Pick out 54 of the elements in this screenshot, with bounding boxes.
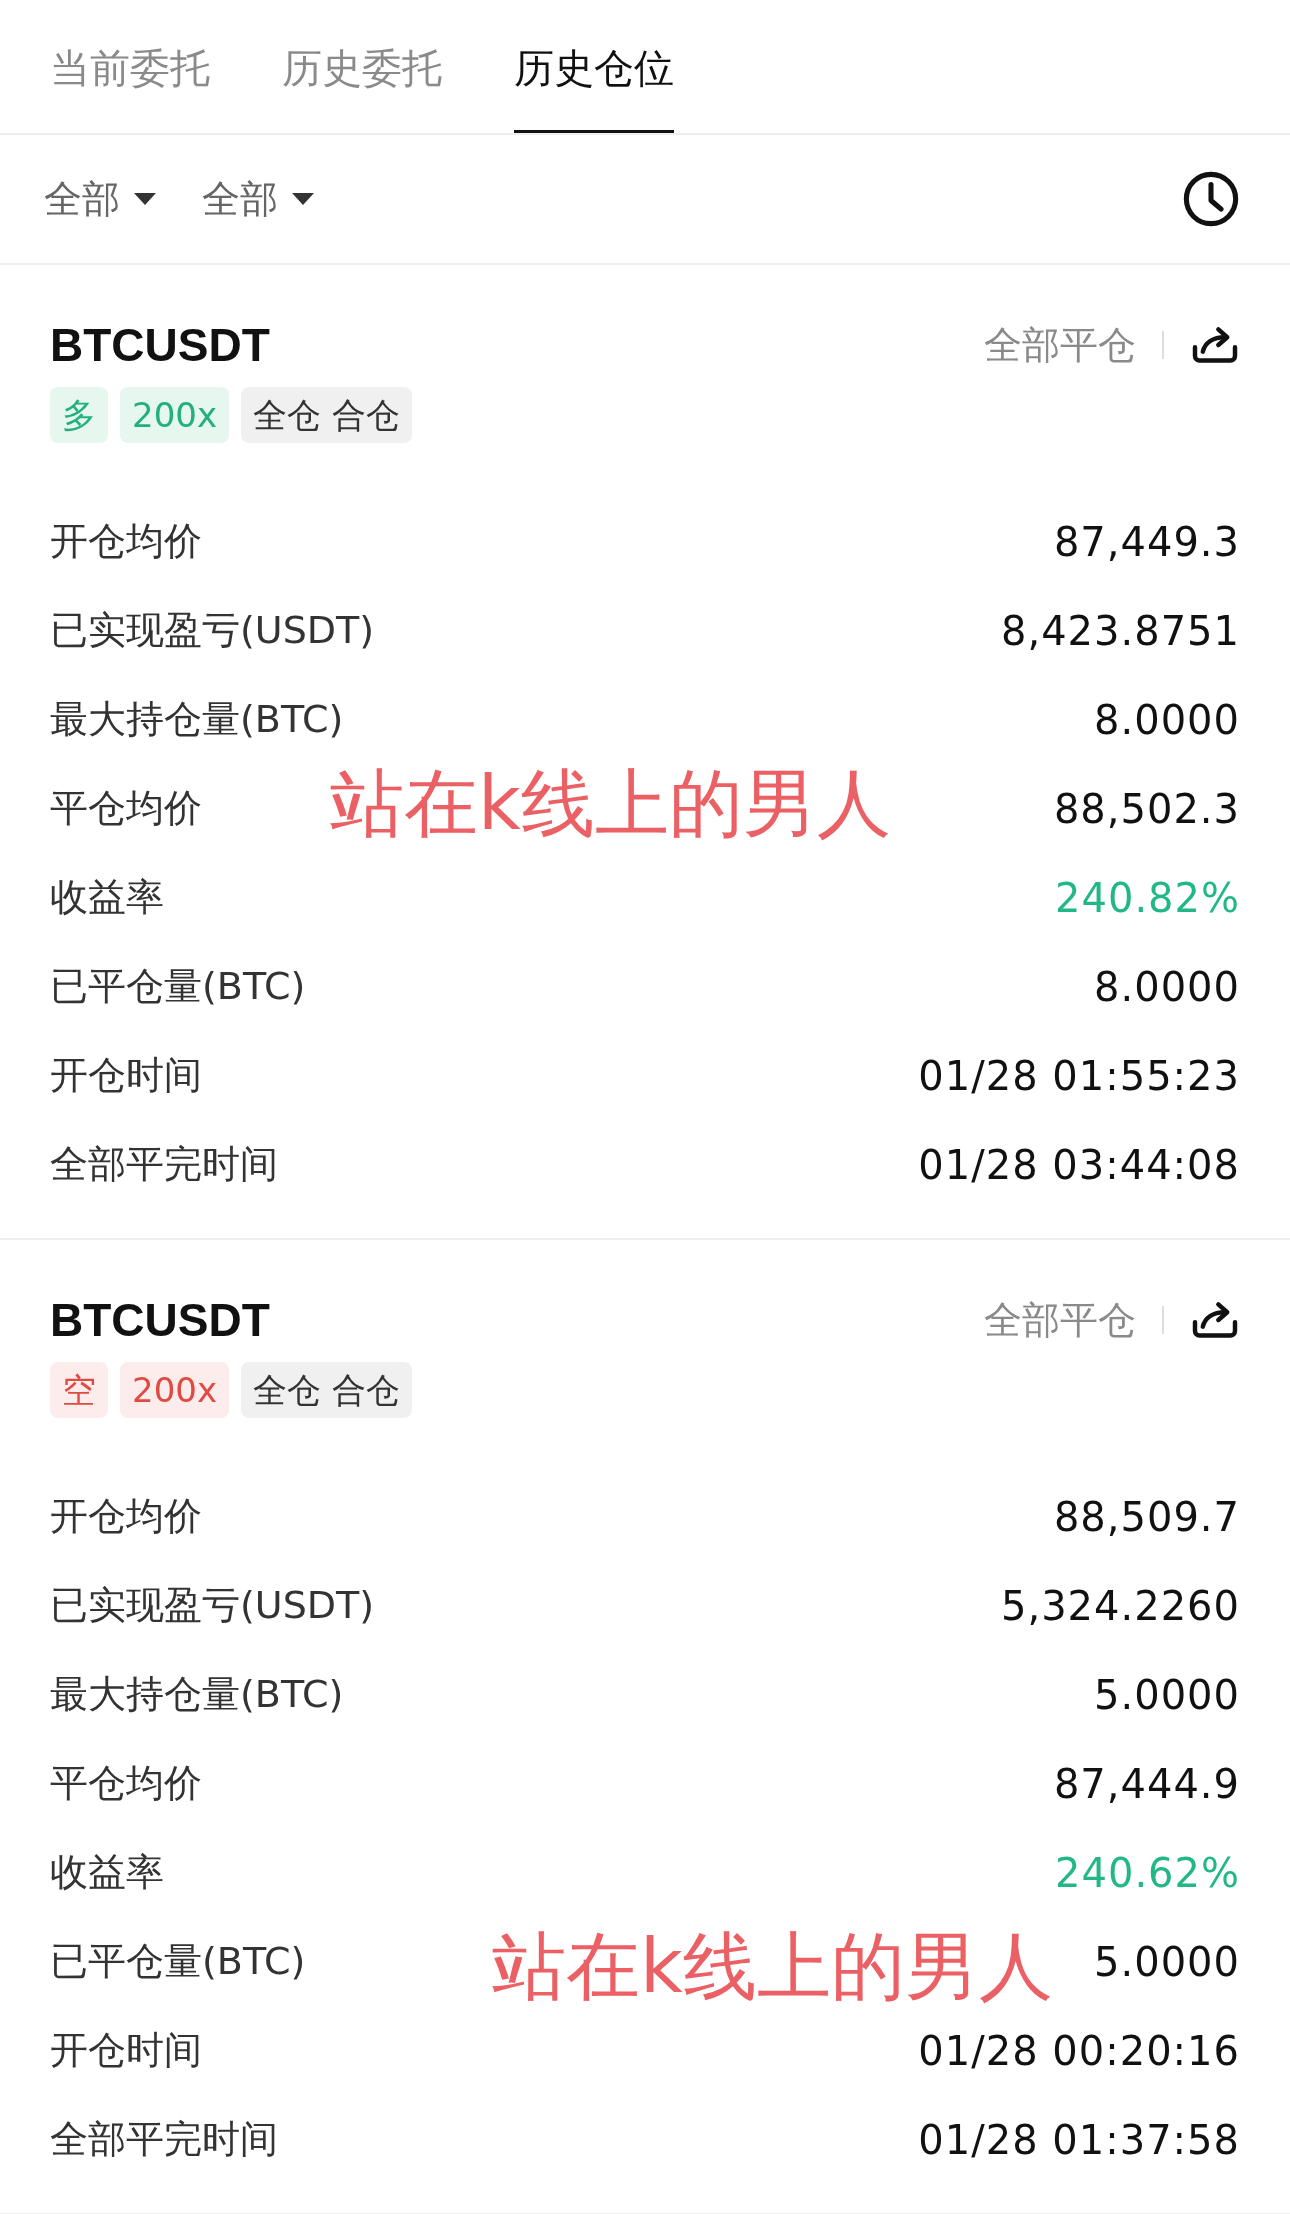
close-all-link[interactable]: 全部平仓 <box>984 319 1136 371</box>
field-label: 平仓均价 <box>50 1760 202 1807</box>
field-value: 01/28 01:55:23 <box>918 1052 1240 1099</box>
tag: 多 <box>50 387 108 443</box>
close-all-link[interactable]: 全部平仓 <box>984 1294 1136 1346</box>
annotation-text: 站在k线上的男人 <box>330 759 891 848</box>
tag: 200x <box>120 387 230 443</box>
filter-dropdown[interactable]: 全部 <box>44 173 156 225</box>
tag: 空 <box>50 1362 108 1418</box>
tag: 全仓 合仓 <box>241 387 412 443</box>
field-label: 开仓时间 <box>50 2027 202 2074</box>
field-value: 87,444.9 <box>1053 1760 1240 1807</box>
field-label: 全部平完时间 <box>50 2116 278 2163</box>
field-value: 5.0000 <box>1094 1938 1240 1985</box>
field-label: 开仓均价 <box>50 1493 202 1540</box>
field-label: 已实现盈亏(USDT) <box>50 607 375 654</box>
symbol-title: BTCUSDT <box>50 318 271 373</box>
field-label: 最大持仓量(BTC) <box>50 696 344 743</box>
field-value: 8.0000 <box>1094 963 1240 1010</box>
field-value: 01/28 03:44:08 <box>918 1141 1240 1188</box>
field-label: 已平仓量(BTC) <box>50 963 306 1010</box>
field-value: 240.82% <box>1055 874 1240 921</box>
share-icon[interactable] <box>1190 325 1240 365</box>
field-label: 开仓均价 <box>50 518 202 565</box>
field-label: 平仓均价 <box>50 785 202 832</box>
tab[interactable]: 当前委托 <box>50 0 210 133</box>
caret-icon <box>292 193 314 205</box>
field-label: 收益率 <box>50 1849 164 1896</box>
field-label: 全部平完时间 <box>50 1141 278 1188</box>
field-value: 5,324.2260 <box>1000 1582 1240 1629</box>
field-value: 5.0000 <box>1094 1671 1240 1718</box>
tab[interactable]: 历史委托 <box>282 0 442 133</box>
field-value: 01/28 00:20:16 <box>918 2027 1240 2074</box>
field-label: 收益率 <box>50 874 164 921</box>
field-label: 开仓时间 <box>50 1052 202 1099</box>
field-label: 已平仓量(BTC) <box>50 1938 306 1985</box>
tag: 200x <box>120 1362 230 1418</box>
field-value: 240.62% <box>1055 1849 1240 1896</box>
field-label: 已实现盈亏(USDT) <box>50 1582 375 1629</box>
annotation-text: 站在k线上的男人 <box>492 1922 1053 2011</box>
tag: 全仓 合仓 <box>241 1362 412 1418</box>
field-value: 01/28 01:37:58 <box>918 2116 1240 2163</box>
field-value: 87,449.3 <box>1053 518 1240 565</box>
field-value: 88,509.7 <box>1053 1493 1240 1540</box>
tab[interactable]: 历史仓位 <box>514 0 674 133</box>
field-value: 8.0000 <box>1094 696 1240 743</box>
field-value: 8,423.8751 <box>1000 607 1240 654</box>
field-label: 最大持仓量(BTC) <box>50 1671 344 1718</box>
filter-dropdown[interactable]: 全部 <box>202 173 314 225</box>
symbol-title: BTCUSDT <box>50 1293 271 1348</box>
share-icon[interactable] <box>1190 1300 1240 1340</box>
caret-icon <box>134 193 156 205</box>
field-value: 88,502.3 <box>1053 785 1240 832</box>
clock-icon[interactable] <box>1182 170 1240 228</box>
